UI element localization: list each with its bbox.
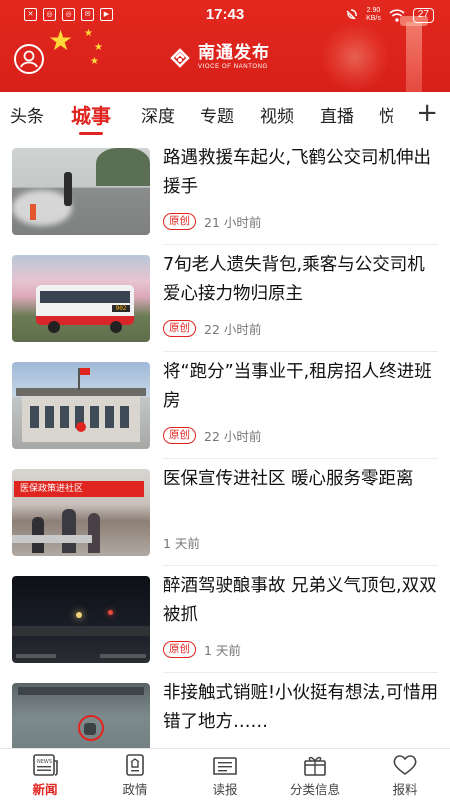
bus-sign: 902 — [112, 305, 130, 312]
news-time: 1 天前 — [204, 643, 241, 658]
active-tab-indicator — [79, 132, 103, 135]
news-item[interactable]: 902 7旬老人遗失背包,乘客与公交司机爱心接力物归原主 原创 22 小时前 — [0, 245, 450, 352]
status-bar: ✕ ◎ ◎ ✉ ▶ 17:43 2.90 KB/s 27 — [0, 0, 450, 30]
news-thumbnail — [12, 148, 150, 235]
news-meta: 原创 21 小时前 — [163, 212, 261, 231]
news-item[interactable]: 醉酒驾驶酿事故 兄弟义气顶包,双双被抓 原创 1 天前 — [0, 566, 450, 673]
news-title: 醉酒驾驶酿事故 兄弟义气顶包,双双被抓 — [163, 576, 437, 625]
brand-logo: 南通发布 VIOCE OF NANTONG — [168, 44, 270, 71]
status-right: 2.90 KB/s 27 — [344, 7, 434, 23]
tab-live[interactable]: 直播 — [320, 102, 354, 127]
news-thumbnail — [12, 362, 150, 449]
nantong-logo-icon — [170, 47, 190, 68]
nav-label: 政情 — [122, 782, 148, 797]
star-decoration-icon: ★ — [94, 42, 103, 53]
nav-label: 新闻 — [32, 782, 58, 797]
news-meta: 原创 1 天前 — [163, 640, 241, 659]
do-not-disturb-icon — [346, 9, 357, 20]
news-time: 22 小时前 — [204, 429, 262, 444]
news-meta: 1 天前 — [163, 533, 200, 552]
nav-read-paper[interactable]: 读报 — [180, 753, 270, 798]
tab-depth[interactable]: 深度 — [141, 102, 175, 127]
gift-box-icon — [304, 756, 326, 776]
news-item[interactable]: 路遇救援车起火,飞鹤公交司机伸出援手 原创 21 小时前 — [0, 138, 450, 245]
user-icon — [20, 50, 38, 68]
news-title: 路遇救援车起火,飞鹤公交司机伸出援手 — [163, 148, 432, 197]
app-header: ★ ★ ★ ★ ✕ ◎ ◎ ✉ ▶ 17:43 2.90 KB/s 27 南通发… — [0, 0, 450, 92]
network-speed-value: 2.90 — [366, 7, 381, 14]
brand-name: 南通发布 — [198, 43, 270, 63]
wifi-icon — [389, 8, 405, 22]
news-item[interactable]: 医保政策进社区 医保宣传进社区 暖心服务零距离 1 天前 — [0, 459, 450, 566]
read-paper-icon — [213, 757, 237, 775]
nav-report[interactable]: 报料 — [360, 753, 450, 798]
nav-label: 报料 — [392, 782, 418, 797]
network-speed: 2.90 KB/s — [366, 7, 381, 23]
bottom-navigation: NEWS 新闻 政情 读报 分类信息 报料 — [0, 748, 450, 800]
document-icon — [126, 754, 144, 776]
news-thumbnail — [12, 576, 150, 663]
star-decoration-icon: ★ — [90, 56, 99, 67]
news-thumbnail: 902 — [12, 255, 150, 342]
nav-news[interactable]: NEWS 新闻 — [0, 753, 90, 798]
monument-decoration — [406, 22, 422, 92]
fireworks-decoration — [320, 22, 390, 92]
news-title: 将“跑分”当事业干,租房招人终进班房 — [163, 362, 432, 411]
brand-subtitle: VIOCE OF NANTONG — [198, 64, 268, 70]
news-title: 非接触式销赃!小伙挺有想法,可惜用错了地方…… — [163, 683, 439, 732]
original-badge: 原创 — [163, 213, 196, 230]
news-time: 21 小时前 — [204, 215, 262, 230]
news-time: 1 天前 — [163, 536, 200, 551]
tab-scroll-fade — [388, 92, 410, 138]
banner-text: 医保政策进社区 — [14, 481, 144, 497]
news-time: 22 小时前 — [204, 322, 262, 337]
news-icon-text: NEWS — [37, 759, 52, 765]
tab-city[interactable]: 城事 — [71, 100, 111, 129]
category-tabs: 头条 城事 深度 专题 视频 直播 悦 + — [0, 92, 450, 138]
news-item[interactable]: 非接触式销赃!小伙挺有想法,可惜用错了地方…… — [0, 673, 450, 770]
heart-icon — [393, 755, 417, 775]
news-thumbnail: 医保政策进社区 — [12, 469, 150, 556]
original-badge: 原创 — [163, 641, 196, 658]
tab-video[interactable]: 视频 — [260, 102, 294, 127]
tab-headlines[interactable]: 头条 — [10, 102, 44, 127]
news-title: 7旬老人遗失背包,乘客与公交司机爱心接力物归原主 — [163, 255, 425, 304]
news-item[interactable]: 将“跑分”当事业干,租房招人终进班房 原创 22 小时前 — [0, 352, 450, 459]
profile-avatar-button[interactable] — [14, 44, 44, 74]
nav-label: 读报 — [212, 782, 238, 797]
news-meta: 原创 22 小时前 — [163, 319, 261, 338]
news-meta: 原创 22 小时前 — [163, 426, 261, 445]
original-badge: 原创 — [163, 427, 196, 444]
battery-indicator: 27 — [412, 7, 434, 23]
network-speed-unit: KB/s — [366, 15, 381, 22]
nav-politics[interactable]: 政情 — [90, 753, 180, 798]
newspaper-icon: NEWS — [33, 754, 58, 776]
add-tab-button[interactable]: + — [416, 98, 438, 128]
news-title: 医保宣传进社区 暖心服务零距离 — [163, 469, 414, 489]
nav-classifieds[interactable]: 分类信息 — [270, 753, 360, 798]
nav-label: 分类信息 — [289, 782, 340, 797]
tab-topics[interactable]: 专题 — [200, 102, 234, 127]
original-badge: 原创 — [163, 320, 196, 337]
